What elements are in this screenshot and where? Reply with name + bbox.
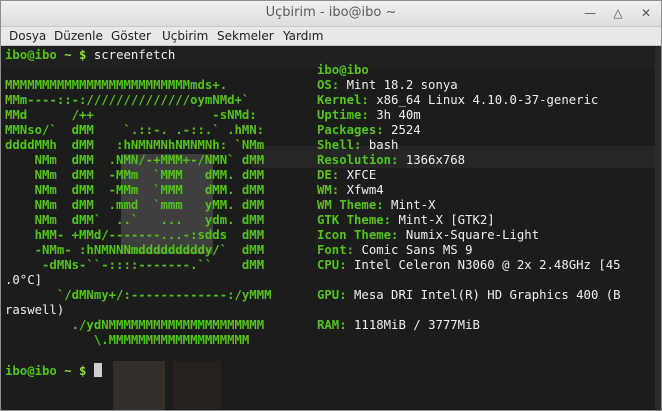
- logo-line: `/dMNmy+/:-------------:/yMMM: [5, 288, 272, 302]
- logo-line: MMm----::-://////////////oymNMd+`: [5, 93, 250, 107]
- menu-goster[interactable]: Göster: [111, 29, 151, 43]
- info-gpu-wrap: raswell): [5, 303, 65, 317]
- menu-bar: Dosya Düzenle Göster Uçbirim Sekmeler Ya…: [1, 27, 661, 46]
- logo-line: MMMMMMMMMMMMMMMMMMMMMMMMMmds+.: [5, 78, 228, 92]
- info-font: Font: Comic Sans MS 9: [317, 243, 473, 257]
- info-kernel: Kernel: x86_64 Linux 4.10.0-37-generic: [317, 93, 599, 107]
- prompt-user: ibo@ibo: [5, 48, 57, 62]
- prompt-symbol: $: [79, 48, 87, 62]
- menu-duzenle[interactable]: Düzenle: [54, 29, 103, 43]
- info-resolution: Resolution: 1366x768: [317, 153, 466, 167]
- logo-line: hMM- +MMd/-------...-:sdds dMM: [5, 228, 265, 242]
- info-header: ibo@ibo: [317, 63, 369, 77]
- logo-line: ddddMMh dMM :hNMNMNhNMNMNh: `NMm: [5, 138, 265, 152]
- info-cpu-wrap: .0°C]: [5, 273, 43, 287]
- logo-line: ./ydNMMMMMMMMMMMMMMMMMMMMM: [5, 318, 265, 332]
- info-de: DE: XFCE: [317, 168, 377, 182]
- info-wm-theme: WM Theme: Mint-X: [317, 198, 436, 212]
- close-icon[interactable]: ✕: [639, 6, 653, 20]
- menu-dosya[interactable]: Dosya: [9, 29, 46, 43]
- info-gpu: GPU: Mesa DRI Intel(R) HD Graphics 400 (…: [317, 288, 621, 302]
- terminal-output[interactable]: ibo@ibo ~ $ screenfetch MMMMMMMMMMMMMMMM…: [1, 46, 661, 410]
- command-text: screenfetch: [93, 48, 176, 62]
- background-image: [173, 361, 221, 410]
- menu-sekmeler[interactable]: Sekmeler: [217, 29, 274, 43]
- menu-yardim[interactable]: Yardım: [283, 29, 323, 43]
- prompt-symbol: $: [79, 364, 87, 378]
- info-packages: Packages: 2524: [317, 123, 421, 137]
- maximize-icon[interactable]: △: [611, 6, 625, 20]
- menu-ucbirim[interactable]: Uçbirim: [162, 29, 208, 43]
- info-uptime: Uptime: 3h 40m: [317, 108, 421, 122]
- logo-line: NMm dMM -MMm `MMM dMM. dMM: [5, 183, 265, 197]
- logo-line: NMm dMM .NMN/-+MMM+-/NMN` dMM: [5, 153, 265, 167]
- logo-line: MMNso/` dMM `.::-. .-::.` .hMN:: [5, 123, 265, 137]
- prompt-user: ibo@ibo: [5, 364, 57, 378]
- prompt-path: ~: [64, 48, 72, 62]
- minimize-icon[interactable]: —: [583, 6, 597, 20]
- info-wm: WM: Xfwm4: [317, 183, 384, 197]
- command-line: ibo@ibo ~ $ screenfetch: [5, 48, 175, 63]
- command-prompt[interactable]: ibo@ibo ~ $: [5, 363, 102, 379]
- logo-line: NMm dMM` ..` ... ydm. dMM: [5, 213, 265, 227]
- logo-line: \.MMMMMMMMMMMMMMMMMMM: [5, 333, 250, 347]
- logo-line: -dMNs-``-::::-------.`` dMM: [5, 258, 265, 272]
- title-bar[interactable]: Uçbirim - ibo@ibo ~ — △ ✕: [1, 1, 661, 27]
- info-gtk-theme: GTK Theme: Mint-X [GTK2]: [317, 213, 495, 227]
- scrollbar[interactable]: [655, 46, 661, 410]
- logo-line: -NMm- :hNMNNNmdddddddddy/` dMM: [5, 243, 265, 257]
- terminal-window: Uçbirim - ibo@ibo ~ — △ ✕ Dosya Düzenle …: [0, 0, 662, 411]
- info-ram: RAM: 1118MiB / 3777MiB: [317, 318, 480, 332]
- text-cursor: [93, 363, 102, 377]
- prompt-path: ~: [64, 364, 72, 378]
- info-os: OS: Mint 18.2 sonya: [317, 78, 458, 92]
- info-icon-theme: Icon Theme: Numix-Square-Light: [317, 228, 540, 242]
- logo-line: NMm dMM -MMm `MMM dMM. dMM: [5, 168, 265, 182]
- logo-line: NMm dMM .mmd `mmm yMM. dMM: [5, 198, 265, 212]
- info-shell: Shell: bash: [317, 138, 399, 152]
- logo-line: MMd /++ -sNMd:: [5, 108, 257, 122]
- info-cpu: CPU: Intel Celeron N3060 @ 2x 2.48GHz [4…: [317, 258, 621, 272]
- window-title: Uçbirim - ibo@ibo ~: [265, 5, 397, 20]
- background-image: [113, 361, 165, 410]
